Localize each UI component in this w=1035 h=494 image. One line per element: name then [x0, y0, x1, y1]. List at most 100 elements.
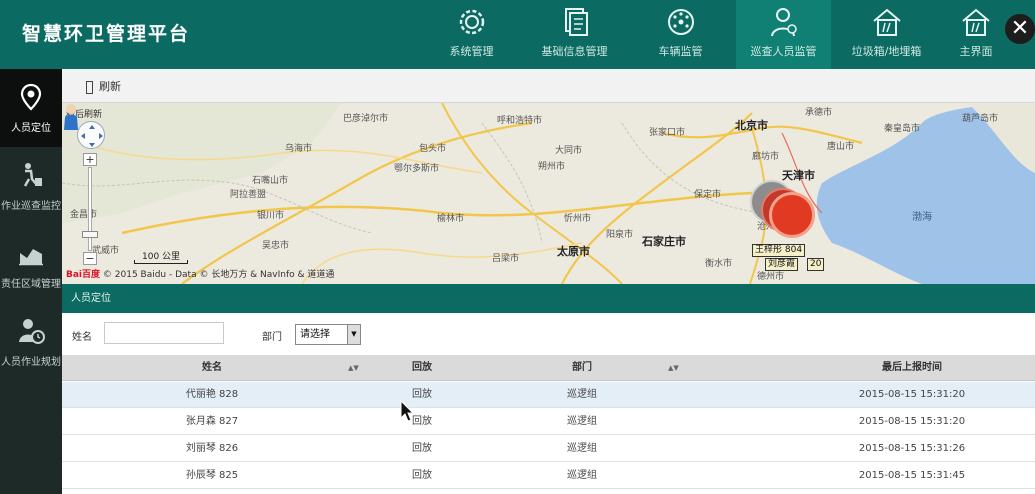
- nav-label: 主界面: [959, 45, 993, 58]
- pan-arrows-icon: [81, 125, 103, 147]
- map-person-tag[interactable]: 20: [807, 258, 825, 271]
- app-root: 智慧环卫管理平台 系统管理 基础信息管理 车辆监管 巡查人员监管 垃圾箱/地埋箱…: [0, 0, 1035, 494]
- map-city-label: 唐山市: [827, 142, 855, 152]
- map-city-label: 保定市: [694, 190, 722, 200]
- app-title: 智慧环卫管理平台: [22, 23, 191, 45]
- baidu-logo: Bai百度: [66, 270, 101, 280]
- nav-label: 车辆监管: [658, 45, 703, 58]
- map-person-tag[interactable]: 刘彦霞: [765, 258, 799, 271]
- map-city-label: 衡水市: [705, 259, 733, 269]
- sidebar-item-work-planning[interactable]: 人员作业规划: [0, 303, 62, 381]
- sidebar-item-label: 人员定位: [11, 123, 51, 134]
- dept-select-value: 请选择: [300, 329, 330, 340]
- map-city-label: 榆林市: [437, 214, 465, 224]
- map-person-tag[interactable]: 王梓彤 804: [752, 244, 806, 257]
- dept-filter-label: 部门: [262, 332, 282, 343]
- zoom-slider-track[interactable]: [88, 167, 92, 251]
- map-city-label: 太原市: [557, 245, 590, 258]
- table-row[interactable]: 代丽艳 828 回放 巡逻组 2015-08-15 15:31:20: [62, 382, 1035, 408]
- replay-link[interactable]: 回放: [362, 436, 482, 462]
- map-city-label: 秦皇岛市: [884, 124, 921, 134]
- cell-last-report: 2015-08-15 15:31:26: [858, 443, 966, 454]
- panel-title: 人员定位: [62, 284, 1035, 313]
- cell-last-report: 2015-08-15 15:31:20: [858, 416, 966, 427]
- cell-dept: 巡逻组: [567, 416, 597, 427]
- table-row[interactable]: 刘丽琴 826 回放 巡逻组 2015-08-15 15:31:26: [62, 436, 1035, 462]
- person-clock-icon: [19, 319, 45, 344]
- map-city-label: 鄂尔多斯市: [394, 164, 440, 174]
- bin-house-icon: [872, 8, 901, 36]
- refresh-label: 刷新: [99, 80, 121, 93]
- map-city-label: 包头市: [419, 144, 447, 154]
- nav-inspector-supervision[interactable]: 巡查人员监管: [736, 0, 831, 69]
- home-icon: [962, 8, 990, 36]
- column-header-replay: 回放: [412, 362, 432, 373]
- table-header: 姓名 ▲▼ 回放 部门 ▲▼ 最后上报时间: [62, 355, 1035, 381]
- map-city-label: 乌海市: [285, 144, 313, 154]
- table-row[interactable]: 张月森 827 回放 巡逻组 2015-08-15 15:31:20: [62, 409, 1035, 435]
- sidebar-item-label: 责任区域管理: [1, 279, 61, 290]
- map-city-label: 葫芦岛市: [962, 114, 999, 124]
- sort-icon[interactable]: ▲▼: [668, 355, 679, 381]
- map-pan-control[interactable]: [77, 121, 105, 149]
- nav-vehicle-supervision[interactable]: 车辆监管: [633, 0, 728, 69]
- cell-dept: 巡逻组: [567, 470, 597, 481]
- cell-name: 刘丽琴 826: [185, 443, 239, 454]
- refresh-button[interactable]: 刷新: [86, 78, 121, 94]
- map-city-label: 忻州市: [564, 214, 592, 224]
- nav-home[interactable]: 主界面: [940, 0, 1012, 69]
- column-header-last-report[interactable]: 最后上报时间: [842, 355, 982, 381]
- dept-filter-select[interactable]: 请选择 ▼: [295, 324, 361, 345]
- nav-label: 基础信息管理: [541, 45, 608, 58]
- nav-label: 巡查人员监管: [750, 45, 817, 58]
- sidebar-item-inspection-monitor[interactable]: 作业巡查监控: [0, 147, 62, 225]
- replay-link[interactable]: 回放: [362, 382, 482, 408]
- close-button[interactable]: ✕: [1005, 14, 1035, 44]
- map-city-label: 天津市: [782, 169, 815, 182]
- sidebar-item-label: 作业巡查监控: [1, 201, 61, 212]
- cell-name: 代丽艳 828: [185, 389, 239, 400]
- column-header-dept[interactable]: 部门: [522, 355, 642, 381]
- zoom-in-button[interactable]: +: [83, 153, 97, 166]
- location-pin-icon: [20, 83, 42, 111]
- map-city-label: 阳泉市: [606, 230, 634, 240]
- sidebar-item-personnel-location[interactable]: 人员定位: [0, 69, 62, 147]
- nav-label: 垃圾箱/地埋箱: [851, 45, 922, 58]
- map-city-label: 朔州市: [538, 162, 566, 172]
- filter-bar: 姓名 部门 请选择 ▼: [62, 313, 1035, 355]
- name-filter-input[interactable]: [104, 322, 224, 344]
- column-header-name[interactable]: 姓名: [152, 355, 272, 381]
- zoom-slider-handle[interactable]: [82, 231, 98, 238]
- sort-icon[interactable]: ▲▼: [348, 355, 359, 381]
- map-city-label: 北京市: [735, 119, 768, 132]
- map-marker-person[interactable]: [769, 192, 815, 238]
- map-city-label: 阿拉善盟: [230, 190, 267, 200]
- map-view[interactable]: 北京市 天津市 石家庄市 太原市 秦皇岛市 唐山市 承德市 张家口市 大同市 保…: [62, 103, 1035, 284]
- worker-icon: [23, 163, 42, 187]
- map-city-label: 大同市: [555, 146, 583, 156]
- documents-icon: [564, 8, 588, 36]
- personnel-table: 姓名 ▲▼ 回放 部门 ▲▼ 最后上报时间 代丽艳 828 回放 巡逻组 201…: [62, 355, 1035, 494]
- nav-label: 系统管理: [449, 45, 494, 58]
- cell-dept: 巡逻组: [567, 389, 597, 400]
- map-scale-bar: [134, 260, 188, 264]
- replay-link[interactable]: 回放: [362, 463, 482, 489]
- refresh-icon: [86, 80, 93, 94]
- nav-garbage-bins[interactable]: 垃圾箱/地埋箱: [839, 0, 934, 69]
- nav-basic-info[interactable]: 基础信息管理: [527, 0, 622, 69]
- cell-last-report: 2015-08-15 15:31:20: [858, 389, 966, 400]
- cell-last-report: 2015-08-15 15:31:45: [858, 470, 966, 481]
- chevron-down-icon: ▼: [347, 325, 360, 344]
- sidebar-item-area-management[interactable]: 责任区域管理: [0, 225, 62, 303]
- name-filter-label: 姓名: [72, 332, 92, 343]
- zoom-out-button[interactable]: −: [83, 252, 97, 265]
- replay-link[interactable]: 回放: [362, 409, 482, 435]
- gear-icon: [459, 9, 484, 35]
- map-city-label: 张家口市: [649, 128, 686, 138]
- vehicle-dial-icon: [667, 9, 694, 35]
- map-city-label: 廊坊市: [752, 152, 780, 162]
- table-row[interactable]: 孙辰琴 825 回放 巡逻组 2015-08-15 15:31:45: [62, 463, 1035, 489]
- map-toolbar: 刷新: [62, 69, 1035, 103]
- nav-system-management[interactable]: 系统管理: [424, 0, 519, 69]
- map-city-label: 银川市: [257, 211, 285, 221]
